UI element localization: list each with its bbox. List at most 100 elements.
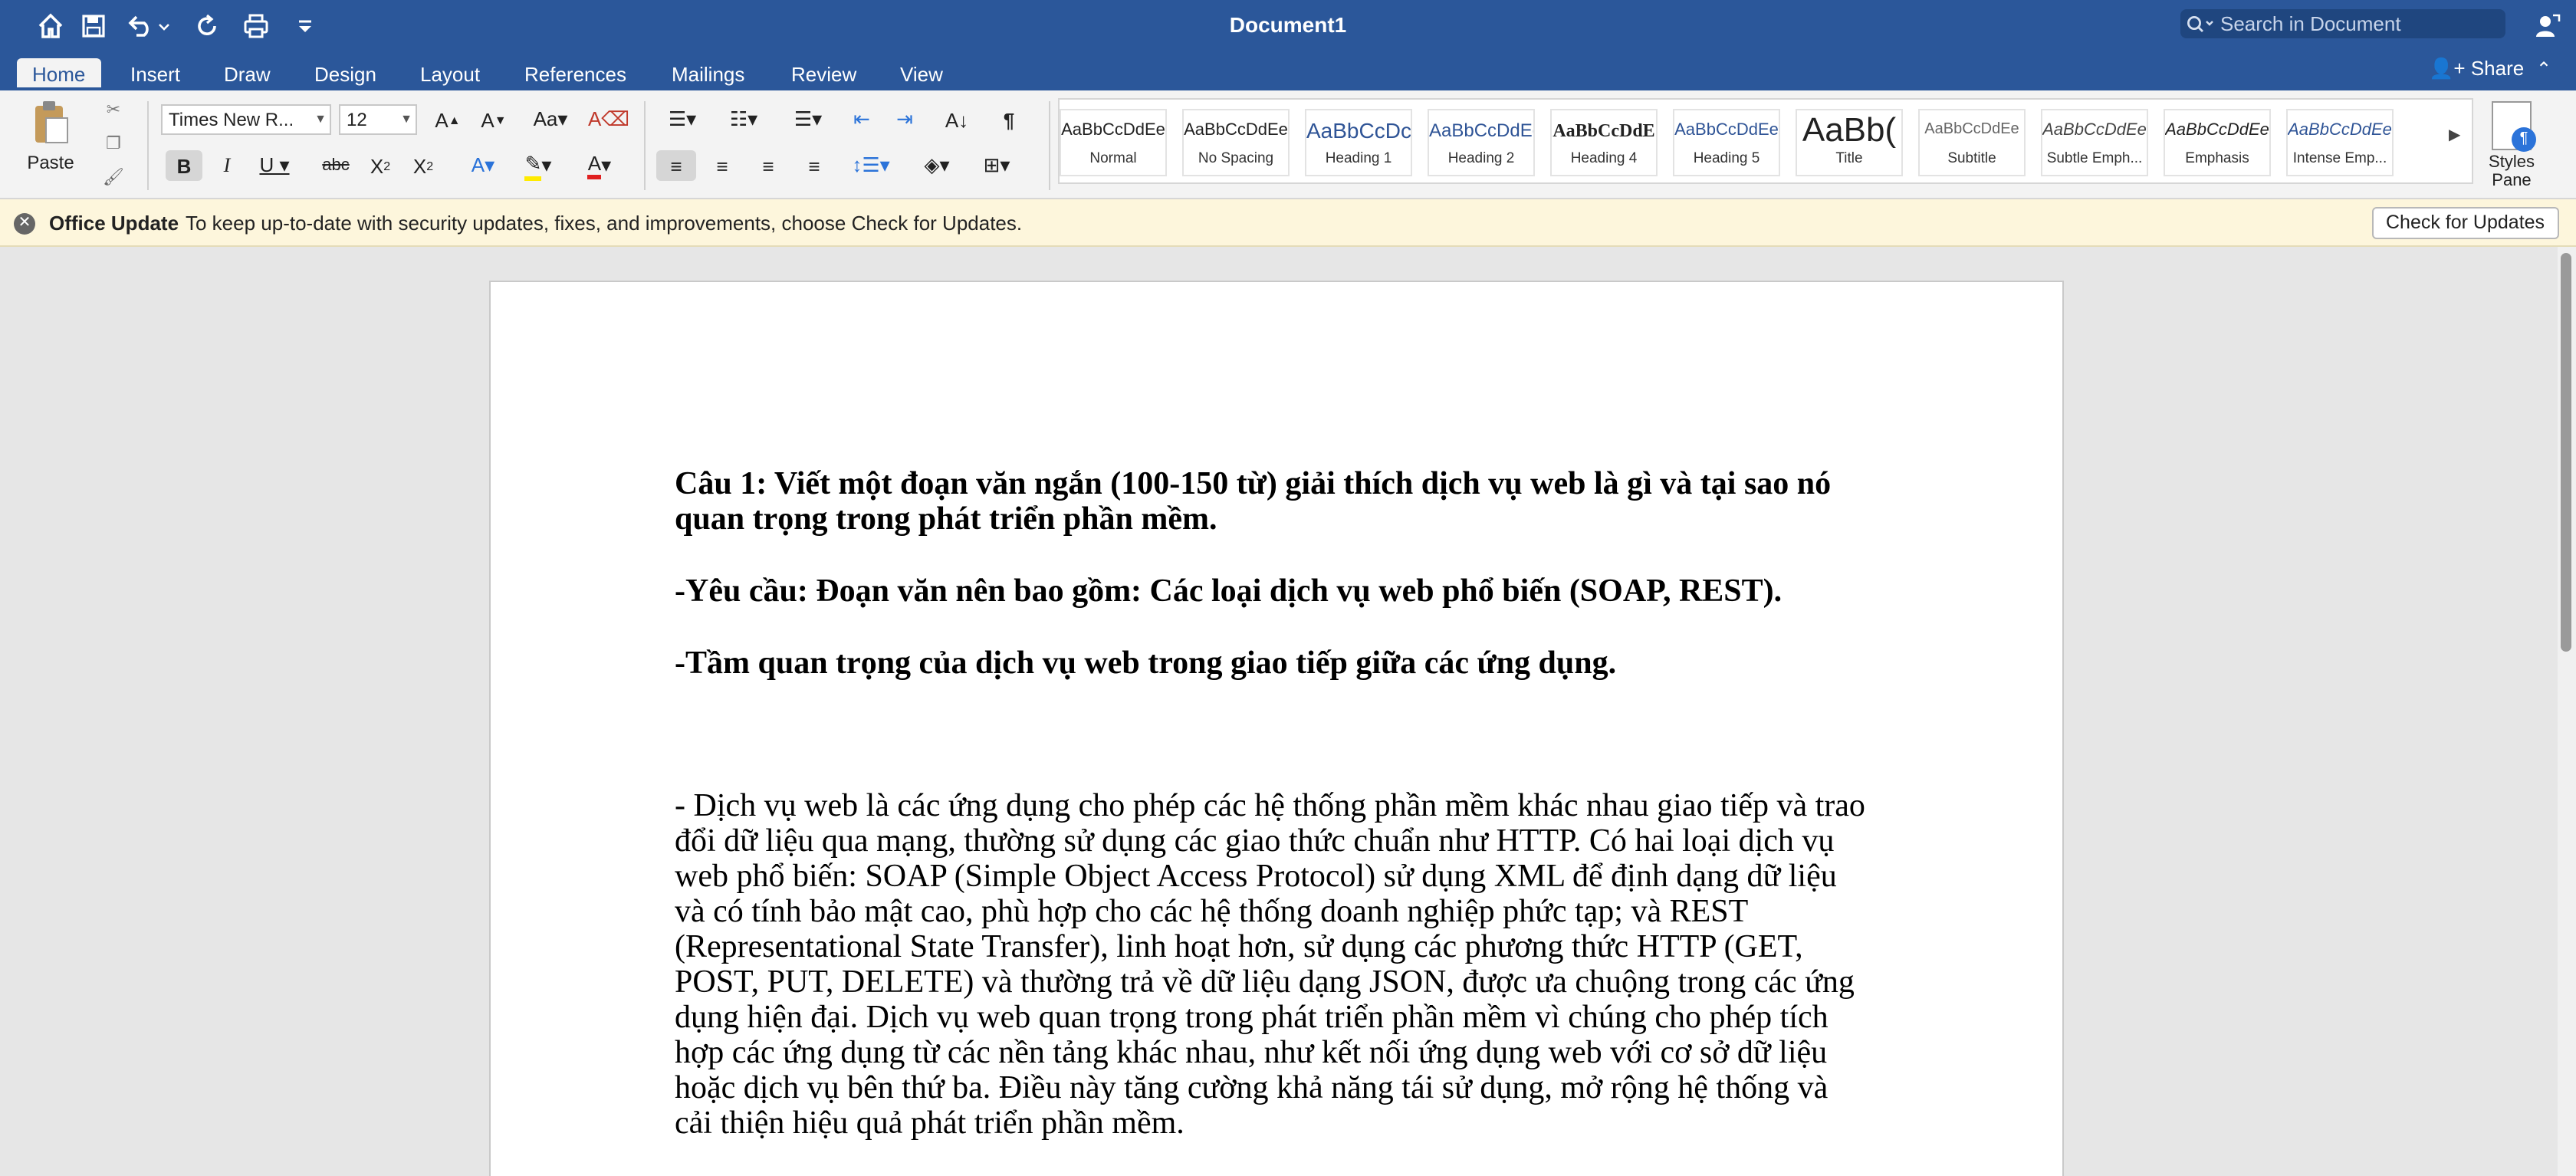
chevron-down-icon: ▼ (400, 112, 412, 126)
style-sample: AaBbCcDdEe (1924, 121, 2019, 138)
style-sample: AaBb( (1802, 110, 1897, 149)
line-spacing-button[interactable]: ↕☰▾ (843, 150, 899, 181)
styles-gallery-next-icon[interactable]: ▶ (2449, 127, 2460, 144)
styles-pane-button[interactable]: ¶ Styles Pane (2481, 101, 2542, 190)
subscript-button[interactable]: X2 (362, 150, 399, 181)
highlight-color-button[interactable]: ✎ ▾ (512, 150, 564, 181)
document-canvas: Câu 1: Viết một đoạn văn ngắn (100-150 t… (0, 247, 2558, 1176)
search-placeholder: Search in Document (2220, 12, 2401, 35)
style-name: Intense Emp... (2292, 150, 2387, 167)
borders-button[interactable]: ⊞▾ (969, 150, 1024, 181)
office-update-bar: ✕ Office Update To keep up-to-date with … (0, 199, 2576, 247)
format-painter-icon[interactable]: 🖌 (101, 164, 126, 189)
bullets-button[interactable]: ☰▾ (656, 104, 708, 135)
change-case-button[interactable]: Aa▾ (524, 104, 577, 135)
style-subtitle[interactable]: AaBbCcDdEe Subtitle (1918, 109, 2026, 176)
tab-view[interactable]: View (885, 58, 958, 90)
italic-button[interactable]: I (209, 150, 245, 181)
increase-indent-button[interactable]: ⇥ (886, 104, 923, 135)
document-paragraph: - Dịch vụ web là các ứng dụng cho phép c… (675, 787, 1865, 1141)
strikethrough-button[interactable]: abc (316, 150, 356, 181)
styles-pane-label: Pane (2492, 172, 2532, 190)
style-name: No Spacing (1198, 150, 1274, 167)
style-emphasis[interactable]: AaBbCcDdEe Emphasis (2164, 109, 2271, 176)
font-size-select[interactable]: 12 ▼ (339, 104, 417, 135)
save-icon[interactable] (77, 9, 110, 43)
tab-mailings[interactable]: Mailings (656, 58, 760, 90)
style-sample: AaBbCcDdEe (1061, 121, 1165, 140)
style-sample: AaBbCcDdEe (1674, 121, 1779, 140)
underline-button[interactable]: U ▾ (251, 150, 297, 181)
superscript-button[interactable]: X2 (405, 150, 442, 181)
text-effects-button[interactable]: A▾ (460, 150, 506, 181)
tab-insert[interactable]: Insert (115, 58, 196, 90)
tab-references[interactable]: References (509, 58, 642, 90)
style-sample: AaBbCcDdE (1552, 120, 1655, 141)
font-name-select[interactable]: Times New R... ▼ (161, 104, 331, 135)
share-button[interactable]: 👤+ Share (2429, 57, 2524, 81)
style-subtle-emphasis[interactable]: AaBbCcDdEe Subtle Emph... (2041, 109, 2148, 176)
tab-home[interactable]: Home (17, 58, 101, 90)
clear-formatting-button[interactable]: A⌫ (588, 104, 629, 135)
close-icon[interactable]: ✕ (14, 213, 35, 235)
copy-icon[interactable]: ❐ (101, 130, 126, 155)
style-no-spacing[interactable]: AaBbCcDdEe No Spacing (1182, 109, 1290, 176)
account-icon[interactable] (2530, 9, 2564, 43)
tab-design[interactable]: Design (299, 58, 392, 90)
style-sample: AaBbCcDdEe (1184, 121, 1288, 140)
font-size-value: 12 (347, 109, 367, 130)
print-icon[interactable] (239, 9, 273, 43)
bold-button[interactable]: B (166, 150, 202, 181)
show-formatting-button[interactable]: ¶ (991, 104, 1027, 135)
vertical-scrollbar[interactable] (2558, 247, 2576, 1176)
shrink-font-button[interactable]: A ▼ (474, 104, 514, 135)
check-for-updates-button[interactable]: Check for Updates (2372, 207, 2559, 239)
document-heading: Câu 1: Viết một đoạn văn ngắn (100-150 t… (675, 465, 1832, 537)
redo-icon[interactable] (190, 9, 224, 43)
tab-review[interactable]: Review (776, 58, 872, 90)
justify-button[interactable]: ≡ (794, 150, 834, 181)
align-left-button[interactable]: ≡ (656, 150, 696, 181)
style-normal[interactable]: AaBbCcDdEe Normal (1060, 109, 1167, 176)
search-input[interactable]: Search in Document (2180, 9, 2505, 38)
style-sample: AaBbCcDdEe (2165, 121, 2269, 140)
share-label: Share (2470, 57, 2525, 80)
style-name: Emphasis (2185, 150, 2249, 167)
align-right-button[interactable]: ≡ (748, 150, 788, 181)
customize-toolbar-icon[interactable] (288, 9, 322, 43)
numbering-button[interactable]: ☷▾ (718, 104, 770, 135)
collapse-ribbon-icon[interactable]: ⌃ (2536, 58, 2551, 80)
update-bar-message: To keep up-to-date with security updates… (186, 212, 1023, 235)
multilevel-list-button[interactable]: ☰▾ (782, 104, 834, 135)
style-sample: AaBbCcDdEe (1429, 120, 1533, 141)
home-icon[interactable] (34, 9, 67, 43)
shading-button[interactable]: ◈▾ (911, 150, 963, 181)
document-heading: -Yêu cầu: Đoạn văn nên bao gồm: Các loại… (675, 572, 1783, 609)
styles-pane-label: Styles (2489, 153, 2535, 172)
style-heading-1[interactable]: AaBbCcDc Heading 1 (1305, 109, 1412, 176)
style-heading-4[interactable]: AaBbCcDdE Heading 4 (1550, 109, 1658, 176)
sort-button[interactable]: A↓ (935, 104, 978, 135)
style-heading-5[interactable]: AaBbCcDdEe Heading 5 (1673, 109, 1780, 176)
undo-icon[interactable] (123, 9, 175, 43)
document-body[interactable]: Câu 1: Viết một đoạn văn ngắn (100-150 t… (675, 465, 1871, 1141)
align-center-button[interactable]: ≡ (702, 150, 742, 181)
style-name: Normal (1089, 150, 1137, 167)
style-intense-emphasis[interactable]: AaBbCcDdEe Intense Emp... (2286, 109, 2394, 176)
document-page[interactable]: Câu 1: Viết một đoạn văn ngắn (100-150 t… (489, 281, 2064, 1176)
style-title[interactable]: AaBb(Title (1796, 109, 1903, 176)
grow-font-button[interactable]: A ▲ (428, 104, 468, 135)
style-name: Title (1835, 150, 1863, 167)
style-sample: AaBbCcDc (1306, 118, 1411, 143)
paste-button[interactable]: Paste (15, 97, 86, 182)
scrollbar-thumb[interactable] (2561, 253, 2571, 652)
cut-icon[interactable]: ✂ (101, 97, 126, 121)
search-icon (2187, 15, 2213, 31)
paste-label: Paste (27, 152, 74, 173)
font-color-button[interactable]: A ▾ (573, 150, 626, 181)
decrease-indent-button[interactable]: ⇤ (843, 104, 880, 135)
tab-layout[interactable]: Layout (405, 58, 495, 90)
tab-draw[interactable]: Draw (209, 58, 286, 90)
style-heading-2[interactable]: AaBbCcDdEe Heading 2 (1428, 109, 1535, 176)
styles-gallery: AaBbCcDdEe Normal AaBbCcDdEe No Spacing Aa… (1058, 98, 2473, 184)
